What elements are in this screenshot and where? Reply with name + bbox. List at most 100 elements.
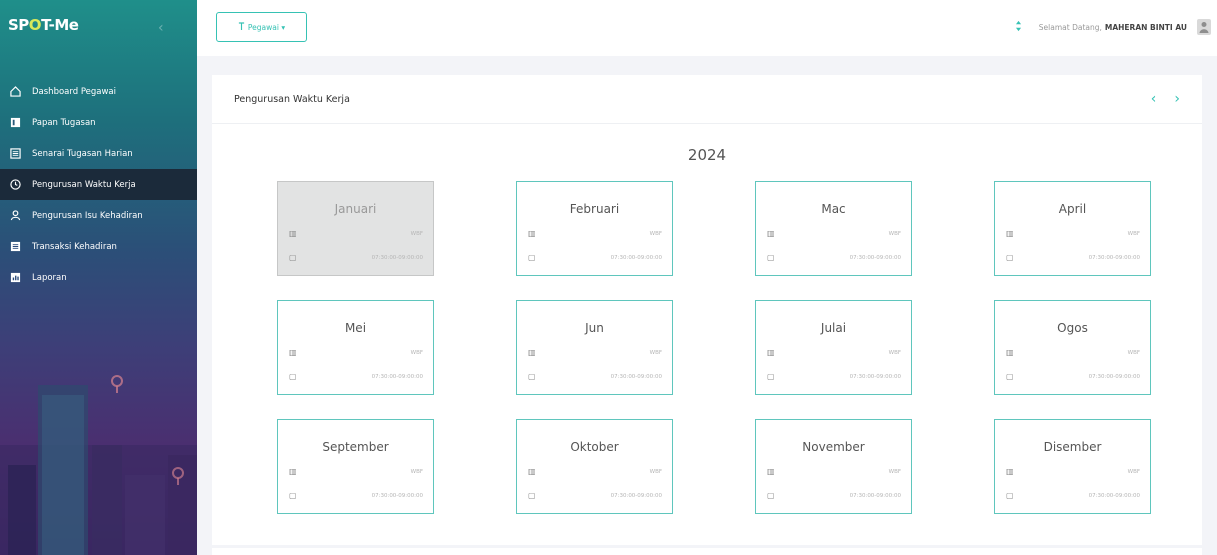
zone-row: ▥ WBF	[528, 348, 662, 357]
month-card[interactable]: November ▥ WBF ▢ 07:30:00-09:00:00	[755, 419, 912, 514]
calendar-icon: ▢	[1006, 253, 1014, 262]
hours-row: ▢ 07:30:00-09:00:00	[289, 253, 423, 262]
month-name: Februari	[569, 202, 620, 216]
sidebar-item-transaksi-kehadiran[interactable]: Transaksi Kehadiran	[0, 231, 197, 262]
sidebar-item-label: Dashboard Pegawai	[32, 86, 116, 97]
zone-row: ▥ WBF	[767, 467, 901, 476]
month-name: Ogos	[1057, 321, 1088, 335]
app-logo[interactable]: SPOT-Me	[8, 16, 79, 34]
month-card[interactable]: Oktober ▥ WBF ▢ 07:30:00-09:00:00	[516, 419, 673, 514]
hours-value: 07:30:00-09:00:00	[371, 373, 423, 380]
zone-row: ▥ WBF	[528, 229, 662, 238]
clock-icon	[8, 178, 22, 192]
hours-row: ▢ 07:30:00-09:00:00	[767, 253, 901, 262]
hours-value: 07:30:00-09:00:00	[610, 492, 662, 499]
sidebar-item-label: Pengurusan Isu Kehadiran	[32, 210, 143, 221]
month-card[interactable]: Mac ▥ WBF ▢ 07:30:00-09:00:00	[755, 181, 912, 276]
month-card[interactable]: Ogos ▥ WBF ▢ 07:30:00-09:00:00	[994, 300, 1151, 395]
hours-row: ▢ 07:30:00-09:00:00	[289, 372, 423, 381]
hours-value: 07:30:00-09:00:00	[610, 373, 662, 380]
zone-value: WBF	[649, 349, 662, 356]
sidebar-item-papan-tugasan[interactable]: Papan Tugasan	[0, 107, 197, 138]
building-icon: ▥	[767, 348, 775, 357]
hours-value: 07:30:00-09:00:00	[1088, 492, 1140, 499]
building-icon: ▥	[767, 467, 775, 476]
zone-row: ▥ WBF	[1006, 229, 1140, 238]
month-card[interactable]: April ▥ WBF ▢ 07:30:00-09:00:00	[994, 181, 1151, 276]
sidebar-item-label: Senarai Tugasan Harian	[32, 148, 133, 159]
welcome-text: Selamat Datang,	[1038, 22, 1102, 32]
page-title: Pengurusan Waktu Kerja	[234, 93, 350, 105]
sidebar-item-label: Pengurusan Waktu Kerja	[32, 179, 136, 190]
zone-value: WBF	[888, 349, 901, 356]
calendar-icon: ▢	[289, 491, 297, 500]
collapse-sidebar-icon[interactable]: ‹	[158, 20, 164, 36]
building-icon: ▥	[528, 348, 536, 357]
sidebar-item-waktu-kerja[interactable]: Pengurusan Waktu Kerja	[0, 169, 197, 200]
zone-value: WBF	[1127, 349, 1140, 356]
prev-year-icon[interactable]: ‹	[1151, 91, 1157, 107]
month-name: Jun	[585, 321, 604, 335]
month-name: April	[1058, 202, 1087, 216]
home-icon	[8, 85, 22, 99]
sidebar-item-label: Laporan	[32, 272, 67, 283]
month-card[interactable]: Julai ▥ WBF ▢ 07:30:00-09:00:00	[755, 300, 912, 395]
sidebar: SPOT-Me ‹ Dashboard Pegawai Papan Tugasa…	[0, 0, 197, 555]
sidebar-item-laporan[interactable]: Laporan	[0, 262, 197, 293]
building-icon: ▥	[289, 467, 297, 476]
role-label: Pegawai ▾	[247, 22, 286, 32]
hours-row: ▢ 07:30:00-09:00:00	[1006, 491, 1140, 500]
building-icon: ▥	[1006, 348, 1014, 357]
hours-row: ▢ 07:30:00-09:00:00	[767, 491, 901, 500]
settings-icon[interactable]	[1014, 20, 1023, 34]
sidebar-item-dashboard[interactable]: Dashboard Pegawai	[0, 76, 197, 107]
logo-dot: O	[28, 16, 42, 34]
zone-row: ▥ WBF	[289, 348, 423, 357]
building-icon: ▥	[1006, 229, 1014, 238]
hours-value: 07:30:00-09:00:00	[849, 492, 901, 499]
user-name[interactable]: MAHERAN BINTI AU	[1105, 23, 1187, 32]
month-card[interactable]: Februari ▥ WBF ▢ 07:30:00-09:00:00	[516, 181, 673, 276]
hours-row: ▢ 07:30:00-09:00:00	[528, 372, 662, 381]
zone-row: ▥ WBF	[767, 229, 901, 238]
sidebar-item-isu-kehadiran[interactable]: Pengurusan Isu Kehadiran	[0, 200, 197, 231]
month-card[interactable]: Mei ▥ WBF ▢ 07:30:00-09:00:00	[277, 300, 434, 395]
building-icon: ▥	[767, 229, 775, 238]
zone-value: WBF	[1127, 230, 1140, 237]
month-name: Mei	[344, 321, 367, 335]
hours-value: 07:30:00-09:00:00	[610, 254, 662, 261]
month-card[interactable]: September ▥ WBF ▢ 07:30:00-09:00:00	[277, 419, 434, 514]
hours-value: 07:30:00-09:00:00	[371, 492, 423, 499]
month-card[interactable]: Jun ▥ WBF ▢ 07:30:00-09:00:00	[516, 300, 673, 395]
hours-value: 07:30:00-09:00:00	[849, 373, 901, 380]
building-icon: ▥	[1006, 467, 1014, 476]
next-year-icon[interactable]: ›	[1174, 91, 1180, 107]
calendar-icon: ▢	[289, 372, 297, 381]
calendar-icon: ▢	[767, 491, 775, 500]
month-name: September	[322, 440, 389, 454]
zone-row: ▥ WBF	[767, 348, 901, 357]
calendar-icon: ▢	[528, 372, 536, 381]
month-name: Disember	[1043, 440, 1102, 454]
calendar-icon: ▢	[528, 491, 536, 500]
year-nav: ‹ ›	[1151, 91, 1180, 107]
sidebar-item-label: Papan Tugasan	[32, 117, 96, 128]
report-icon	[8, 271, 22, 285]
avatar[interactable]	[1197, 19, 1211, 35]
role-dropdown-button[interactable]: Pegawai ▾	[216, 12, 307, 42]
zone-value: WBF	[1127, 468, 1140, 475]
zone-value: WBF	[410, 349, 423, 356]
calendar-icon: ▢	[1006, 491, 1014, 500]
sidebar-item-senarai-tugasan[interactable]: Senarai Tugasan Harian	[0, 138, 197, 169]
zone-row: ▥ WBF	[1006, 467, 1140, 476]
zone-value: WBF	[888, 468, 901, 475]
zone-value: WBF	[649, 468, 662, 475]
clipboard-icon	[8, 147, 22, 161]
user-area: Selamat Datang, MAHERAN BINTI AU	[1014, 20, 1187, 34]
building-icon: ▥	[289, 229, 297, 238]
year-label: 2024	[687, 146, 727, 164]
calendar-icon: ▢	[528, 253, 536, 262]
hours-row: ▢ 07:30:00-09:00:00	[289, 491, 423, 500]
hours-value: 07:30:00-09:00:00	[849, 254, 901, 261]
month-card[interactable]: Disember ▥ WBF ▢ 07:30:00-09:00:00	[994, 419, 1151, 514]
